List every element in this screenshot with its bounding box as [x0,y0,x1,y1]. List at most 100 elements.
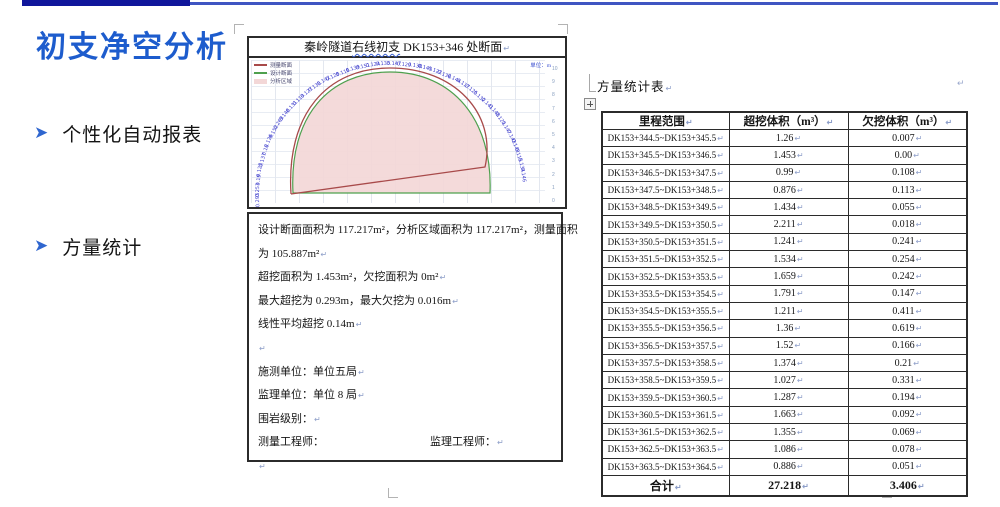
top-accent-bar [22,0,190,6]
cell-end-mark: ↵ [717,394,724,403]
cell-text: DK153+349.5~DK153+350.5 [608,220,717,230]
underbreak-cell: 3.406↵ [848,475,967,496]
cell-end-mark: ↵ [675,483,682,492]
paragraph-mark: ↵ [358,391,365,400]
overbreak-cell: 1.027↵ [729,372,848,389]
cell-text: DK153+350.5~DK153+351.5 [608,237,717,247]
report-text-line: ↵ [258,338,552,362]
overbreak-cell: 1.534↵ [729,251,848,268]
report-text-line: 施测单位：单位五局↵ [258,362,552,386]
page-margin-mark [234,24,244,34]
report-text: 为 105.887m² [258,248,319,260]
overbreak-cell: 0.99↵ [729,164,848,181]
cell-text: DK153+357.5~DK153+358.5 [608,358,717,368]
cell-end-mark: ↵ [717,428,724,437]
overbreak-cell: 1.086↵ [729,441,848,458]
cell-text: 0.078 [892,444,915,455]
cell-text: 1.355 [773,427,796,438]
design-section-shape [293,72,490,193]
paragraph-mark: ↵ [666,84,674,93]
bullet-item-auto-report: ➤ 个性化自动报表 [34,120,202,147]
table-row: DK153+349.5~DK153+350.5↵2.211↵0.018↵ [602,216,967,233]
cell-text: DK153+362.5~DK153+363.5 [608,444,717,454]
underbreak-cell: 0.21↵ [848,354,967,371]
cell-end-mark: ↵ [916,237,923,246]
cell-text: 1.791 [773,288,796,299]
report-text-line: 超挖面积为 1.453m²，欠挖面积为 0m²↵ [258,267,552,291]
chart-title: 秦岭隧道右线初支 DK153+346 处断面↵ [249,38,565,58]
cell-end-mark: ↵ [916,428,923,437]
legend-label: 分析区域 [270,77,292,85]
cell-end-mark: ↵ [797,307,804,316]
cell-text: DK153+351.5~DK153+352.5 [608,254,717,264]
cell-text: 0.166 [892,340,915,351]
table-row: DK153+350.5~DK153+351.5↵1.241↵0.241↵ [602,233,967,250]
cell-text: 1.534 [773,254,796,265]
mileage-cell: DK153+358.5~DK153+359.5↵ [602,372,729,389]
cell-end-mark: ↵ [916,410,923,419]
cell-end-mark: ↵ [797,376,804,385]
mileage-cell: DK153+352.5~DK153+353.5↵ [602,268,729,285]
overbreak-cell: 1.287↵ [729,389,848,406]
bullet-item-volume-stats: ➤ 方量统计 [34,233,142,260]
cell-end-mark: ↵ [717,307,724,316]
table-row: DK153+352.5~DK153+353.5↵1.659↵0.242↵ [602,268,967,285]
cell-end-mark: ↵ [916,220,923,229]
table-header-text: 欠挖体积（m³） [862,116,944,128]
cell-text: 0.108 [892,167,915,178]
mileage-cell: DK153+345.5~DK153+346.5↵ [602,147,729,164]
cell-end-mark: ↵ [916,393,923,402]
cell-end-mark: ↵ [717,255,724,264]
axis-tick-label: 4 [552,145,555,151]
cell-end-mark: ↵ [916,203,923,212]
axis-tick-label: 8 [552,92,555,98]
cell-end-mark: ↵ [916,324,923,333]
legend-item: 测量断面 [254,61,292,69]
paragraph-mark: ↵ [358,368,365,377]
cell-text: 0.018 [892,219,915,230]
underbreak-cell: 0.108↵ [848,164,967,181]
cell-end-mark: ↵ [913,359,920,368]
underbreak-cell: 0.147↵ [848,285,967,302]
mileage-cell: DK153+348.5~DK153+349.5↵ [602,199,729,216]
cell-end-mark: ↵ [717,221,724,230]
overbreak-cell: 1.355↵ [729,424,848,441]
underbreak-cell: 0.051↵ [848,458,967,475]
cell-end-mark: ↵ [717,324,724,333]
table-header-text: 超挖体积（m³） [744,116,826,128]
cell-text: 3.406 [890,478,917,492]
underbreak-cell: 0.619↵ [848,320,967,337]
cell-text: DK153+344.5~DK153+345.5 [608,133,717,143]
overbreak-cell: 0.886↵ [729,458,848,475]
cell-end-mark: ↵ [717,238,724,247]
table-row: DK153+348.5~DK153+349.5↵1.434↵0.055↵ [602,199,967,216]
legend-swatch-icon [254,64,267,66]
cell-end-mark: ↵ [797,151,804,160]
table-move-handle-icon[interactable] [584,98,596,110]
cell-end-mark: ↵ [915,186,922,195]
cell-text: DK153+355.5~DK153+356.5 [608,323,717,333]
cell-text: DK153+360.5~DK153+361.5 [608,410,717,420]
table-row: DK153+360.5~DK153+361.5↵1.663↵0.092↵ [602,406,967,423]
underbreak-cell: 0.078↵ [848,441,967,458]
axis-tick-label: 3 [552,158,555,164]
table-row: DK153+358.5~DK153+359.5↵1.027↵0.331↵ [602,372,967,389]
mileage-cell: DK153+356.5~DK153+357.5↵ [602,337,729,354]
cell-text: 1.659 [773,271,796,282]
legend-item: 分析区域 [254,77,292,85]
mileage-cell: DK153+346.5~DK153+347.5↵ [602,164,729,181]
paragraph-mark: ↵ [320,250,327,259]
arrow-bullet-icon: ➤ [34,124,48,141]
cell-text: 27.218 [768,478,801,492]
mileage-cell: DK153+350.5~DK153+351.5↵ [602,233,729,250]
cell-text: 2.211 [774,219,796,230]
cell-text: DK153+356.5~DK153+357.5 [608,341,717,351]
paragraph-mark: ↵ [957,78,965,89]
cell-text: 1.211 [774,306,796,317]
cell-text: 1.374 [773,358,796,369]
cell-end-mark: ↵ [717,203,724,212]
legend-item: 设计断面 [254,69,292,77]
cell-end-mark: ↵ [717,273,724,282]
chart-title-suffix: DK153+346 处断面 [400,40,502,54]
report-text: 监理工程师：↵ [430,432,504,453]
